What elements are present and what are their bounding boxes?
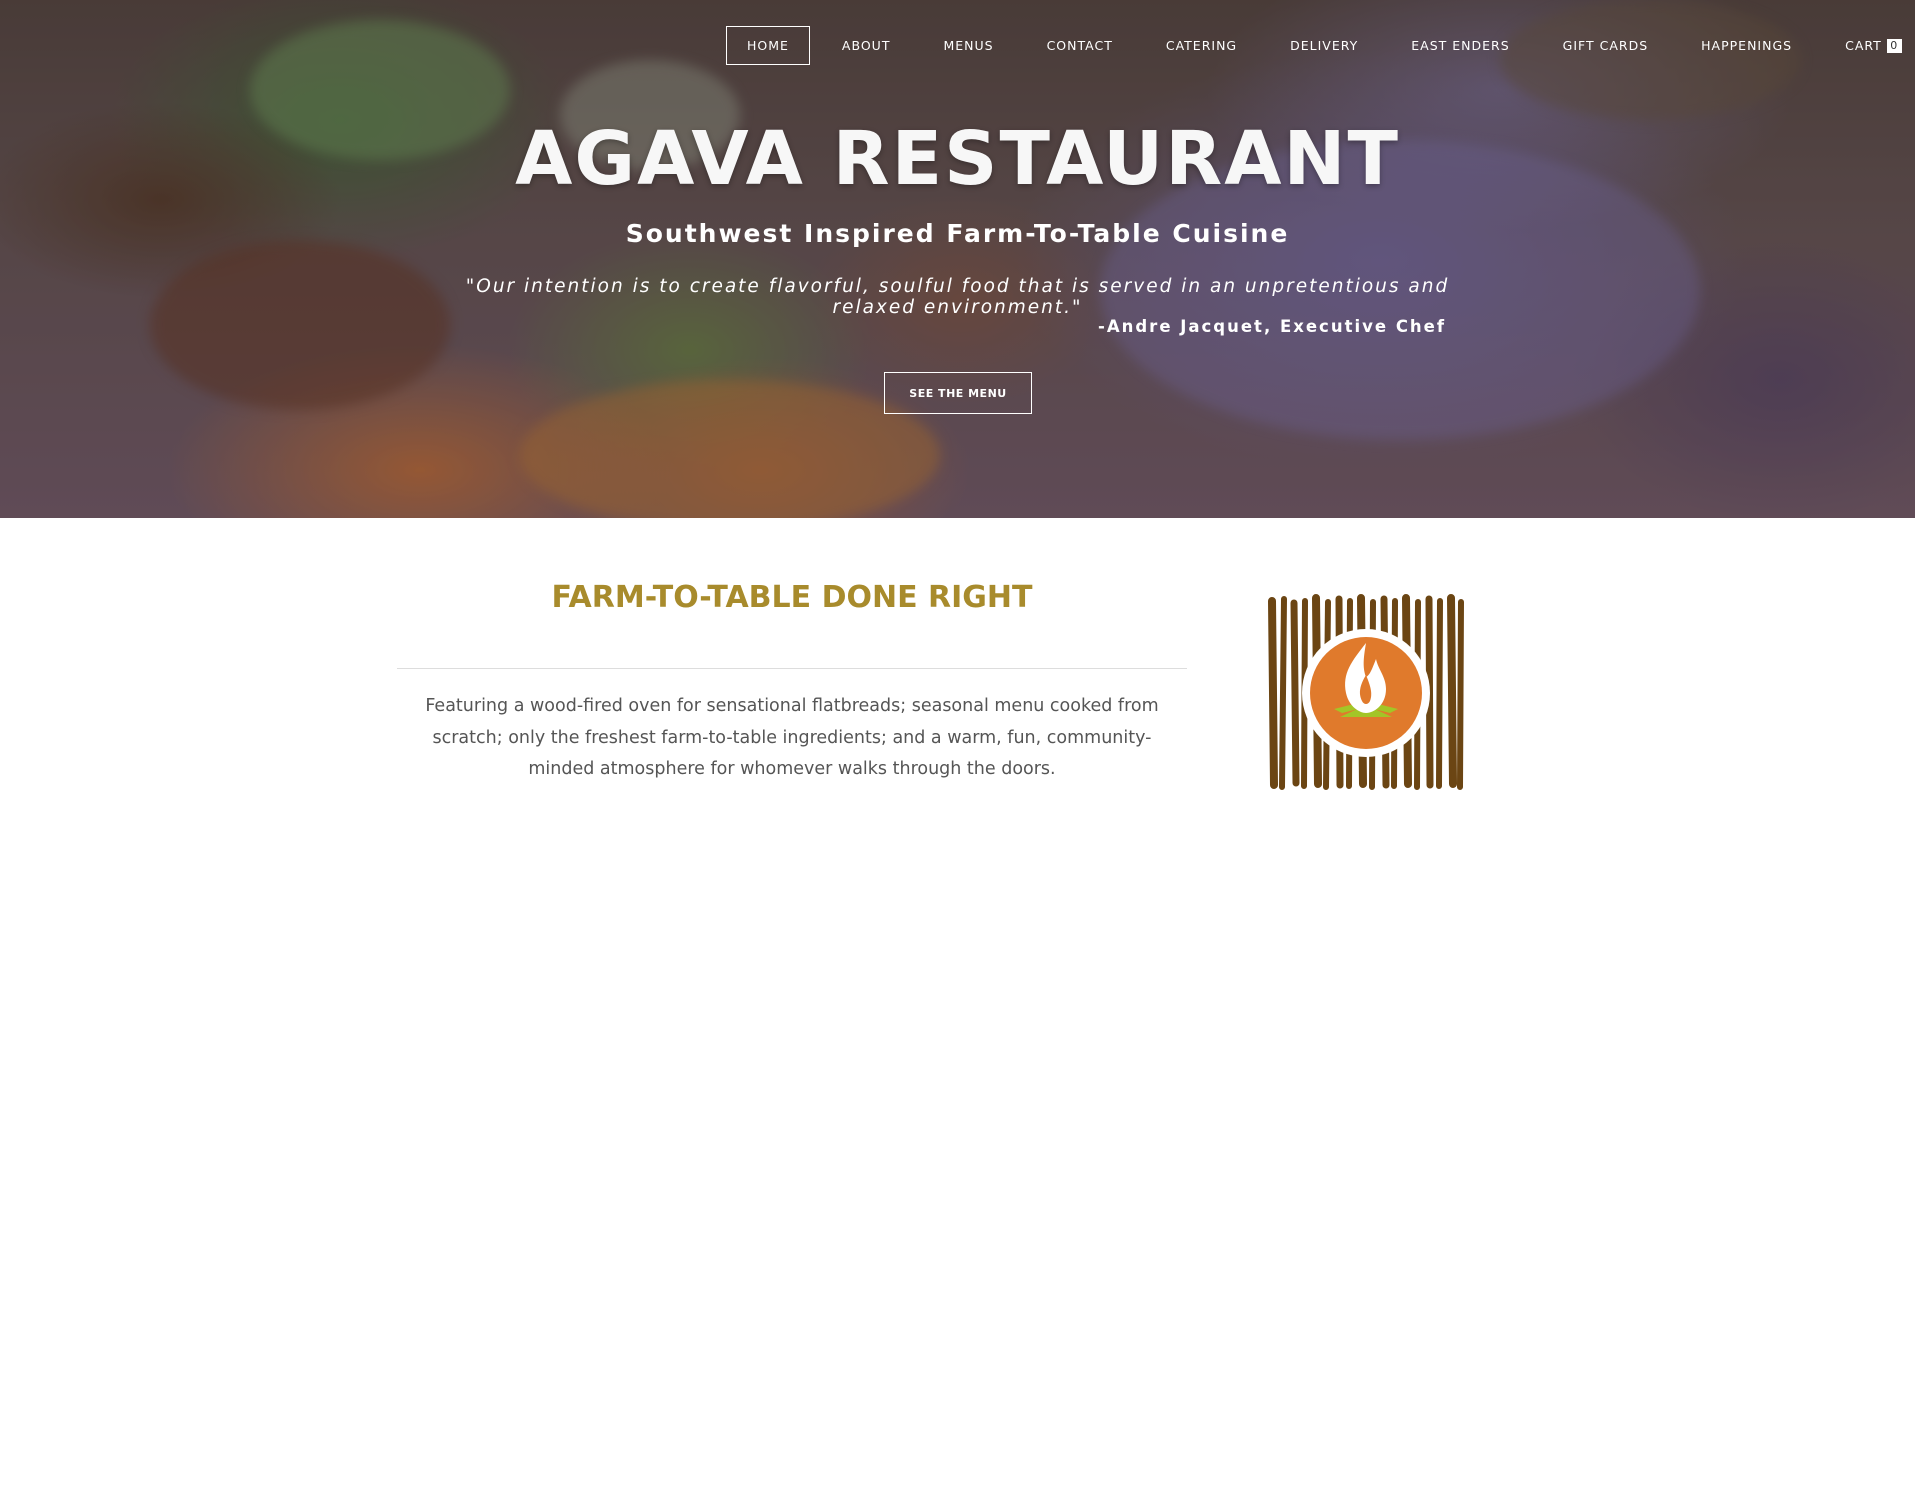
hero-title: AGAVA RESTAURANT xyxy=(515,116,1400,202)
nav-menus[interactable]: MENUS xyxy=(922,26,1014,65)
section-divider xyxy=(397,668,1187,669)
hero-overlay xyxy=(0,0,1915,518)
cart-label: CART xyxy=(1845,38,1882,53)
nav-catering[interactable]: CATERING xyxy=(1145,26,1258,65)
hero-subtitle: Southwest Inspired Farm-To-Table Cuisine xyxy=(625,219,1290,248)
nav-about[interactable]: ABOUT xyxy=(821,26,912,65)
section-body: Featuring a wood-fired oven for sensatio… xyxy=(425,696,1159,779)
nav-delivery[interactable]: DELIVERY xyxy=(1269,26,1379,65)
flame-logo-icon xyxy=(1262,593,1470,793)
nav-home[interactable]: HOME xyxy=(726,26,810,65)
nav-contact[interactable]: CONTACT xyxy=(1026,26,1134,65)
see-menu-button[interactable]: SEE THE MENU xyxy=(884,372,1032,414)
section-title: FARM-TO-TABLE DONE RIGHT xyxy=(551,580,1033,615)
nav-east-enders[interactable]: EAST ENDERS xyxy=(1390,26,1530,65)
nav-happenings[interactable]: HAPPENINGS xyxy=(1680,26,1813,65)
nav-gift-cards[interactable]: GIFT CARDS xyxy=(1542,26,1669,65)
hero-attribution: -Andre Jacquet, Executive Chef xyxy=(1098,317,1447,336)
main-nav: HOME ABOUT MENUS CONTACT CATERING DELIVE… xyxy=(726,26,1903,65)
hero-banner: HOME ABOUT MENUS CONTACT CATERING DELIVE… xyxy=(0,0,1915,518)
cart-link[interactable]: CART 0 xyxy=(1824,26,1903,65)
hero-quote: "Our intention is to create flavorful, s… xyxy=(465,276,1450,318)
cart-count-badge: 0 xyxy=(1886,38,1902,53)
